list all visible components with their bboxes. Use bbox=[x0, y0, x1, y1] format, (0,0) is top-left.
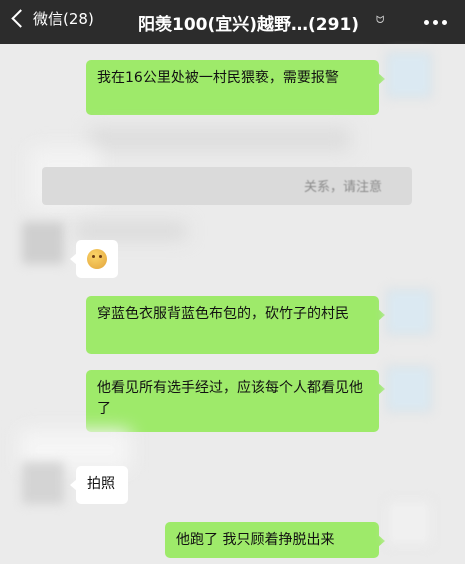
message-text: 我在16公里处被一村民猥亵，需要报警 bbox=[97, 70, 339, 86]
system-notice-text: 关系，请注意 bbox=[304, 180, 383, 195]
back-button[interactable]: 微信(28) bbox=[11, 8, 94, 29]
message-text: 他跑了 我只顾着挣脱出来 bbox=[176, 532, 335, 548]
message-text: 拍照 bbox=[87, 476, 115, 492]
message-text: 穿蓝色衣服背蓝色布包的，砍竹子的村民 bbox=[97, 306, 349, 322]
message-bubble-sent[interactable]: 他跑了 我只顾着挣脱出来 bbox=[165, 522, 385, 558]
user-avatar[interactable] bbox=[386, 289, 432, 335]
system-notice: 关系，请注意 bbox=[42, 167, 412, 205]
chevron-left-icon bbox=[11, 9, 30, 28]
sender-avatar[interactable] bbox=[22, 462, 64, 504]
censored-area bbox=[90, 128, 350, 150]
message-bubble-received[interactable] bbox=[70, 240, 118, 278]
chat-title: 阳羡100(宜兴)越野…(291) bbox=[138, 15, 360, 35]
message-bubble-sent[interactable]: 他看见所有选手经过，应该每个人都看见他了 bbox=[86, 370, 385, 432]
user-avatar[interactable] bbox=[386, 366, 432, 412]
chat-screen: 微信(28) 阳羡100(宜兴)越野…(291) ᗢ 我在16公里处被一村民猥亵… bbox=[0, 0, 465, 564]
mute-icon: ᗢ bbox=[376, 15, 385, 26]
message-text: 他看见所有选手经过，应该每个人都看见他了 bbox=[97, 380, 363, 417]
sad-face-emoji-icon bbox=[87, 249, 107, 269]
chat-header: 微信(28) 阳羡100(宜兴)越野…(291) ᗢ bbox=[0, 0, 465, 44]
back-label: 微信(28) bbox=[33, 10, 94, 28]
user-avatar[interactable] bbox=[386, 52, 432, 98]
sender-name bbox=[76, 224, 186, 238]
message-bubble-sent[interactable]: 我在16公里处被一村民猥亵，需要报警 bbox=[86, 60, 385, 115]
more-options-icon[interactable] bbox=[424, 20, 447, 25]
message-bubble-sent[interactable]: 穿蓝色衣服背蓝色布包的，砍竹子的村民 bbox=[86, 296, 385, 354]
sender-avatar[interactable] bbox=[22, 222, 64, 264]
user-avatar[interactable] bbox=[386, 500, 432, 546]
message-bubble-received[interactable]: 拍照 bbox=[70, 466, 128, 504]
